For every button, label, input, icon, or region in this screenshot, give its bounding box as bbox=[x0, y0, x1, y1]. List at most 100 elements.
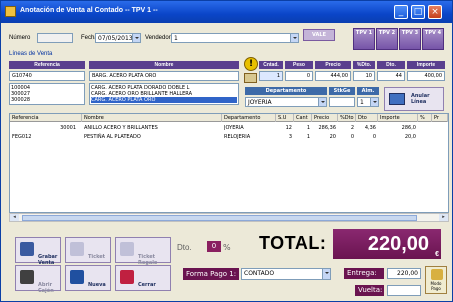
vendedor-select[interactable]: 1 bbox=[171, 33, 299, 43]
grid-cell: 2 bbox=[350, 125, 354, 131]
list-item[interactable]: 300028 bbox=[11, 97, 83, 103]
grid-cell: 286,36 bbox=[318, 125, 337, 131]
grid-col-header[interactable]: Precio bbox=[312, 114, 338, 122]
scroll-right-icon[interactable]: ▸ bbox=[439, 214, 448, 221]
grid-col-header[interactable]: Importe bbox=[378, 114, 418, 122]
ticket-regalo-button[interactable]: Ticket Regalo bbox=[115, 237, 171, 266]
grid-cell: ANILLO ACERO Y BRILLANTES bbox=[84, 125, 158, 131]
printer-icon bbox=[70, 242, 84, 256]
forma-pago-select[interactable]: CONTADO bbox=[241, 268, 331, 280]
dto-input[interactable]: 10 bbox=[353, 71, 375, 81]
abrir-cajon-button[interactable]: Abrir Cajón bbox=[15, 265, 61, 294]
grid-cell: 20 bbox=[329, 134, 336, 140]
entrega-label: Entrega: bbox=[344, 268, 384, 279]
grid-cell: 1 bbox=[306, 125, 310, 131]
sale-window: Anotación de Venta al Contado -- TPV 1 -… bbox=[0, 0, 453, 302]
anular-linea-button[interactable]: Anular Línea bbox=[384, 87, 444, 111]
forma-pago-label: Forma Pago 1: bbox=[183, 268, 239, 280]
cantidad-input[interactable]: 1 bbox=[259, 71, 283, 81]
grid-col-header[interactable]: Dto bbox=[356, 114, 378, 122]
modo-pago-button[interactable]: Modo Pago bbox=[425, 266, 447, 294]
dto2-input[interactable]: 44 bbox=[377, 71, 405, 81]
tpv2-button[interactable]: TPV 2 bbox=[376, 28, 398, 50]
title-bar: Anotación de Venta al Contado -- TPV 1 -… bbox=[1, 1, 452, 23]
vendedor-label: Vendedor bbox=[145, 35, 171, 41]
grabar-venta-button[interactable]: Grabar Venta bbox=[15, 237, 61, 266]
precio-input[interactable]: 444,00 bbox=[315, 71, 351, 81]
vale-button[interactable]: VALE bbox=[303, 29, 335, 41]
importe-input[interactable]: 400,00 bbox=[407, 71, 445, 81]
horizontal-scrollbar[interactable]: ◂ ▸ bbox=[9, 213, 449, 222]
minimize-button[interactable]: _ bbox=[394, 5, 408, 19]
chevron-down-icon bbox=[290, 34, 298, 42]
col-referencia-header: Referencia bbox=[9, 61, 85, 69]
grid-col-header[interactable]: Cant bbox=[294, 114, 312, 122]
alm-header: Alm. bbox=[357, 87, 379, 95]
list-item-selected[interactable]: CARG. ACERO PLATA ORO bbox=[91, 97, 237, 103]
calendar-dropdown-icon[interactable] bbox=[132, 34, 140, 42]
chevron-down-icon bbox=[318, 98, 326, 106]
referencia-suggestions[interactable]: 100004 300027 300028 bbox=[9, 83, 85, 105]
alm-select[interactable]: 1 bbox=[357, 97, 379, 107]
save-icon bbox=[20, 242, 34, 256]
departamento-select[interactable]: JOYERIA bbox=[245, 97, 327, 107]
grid-col-header[interactable]: Pr bbox=[432, 114, 448, 122]
table-row[interactable]: 30001 ANILLO ACERO Y BRILLANTES JOYERIA … bbox=[10, 124, 448, 132]
grid-cell: 1 bbox=[306, 134, 310, 140]
grid-cell: RELOJERIA bbox=[224, 134, 251, 140]
grid-cell: 3 bbox=[288, 134, 292, 140]
vuelta-label: Vuelta: bbox=[355, 285, 384, 296]
tpv4-button[interactable]: TPV 4 bbox=[422, 28, 444, 50]
departamento-header: Departamento bbox=[245, 87, 327, 95]
edit-icon[interactable] bbox=[244, 73, 257, 83]
grid-col-header[interactable]: Departamento bbox=[222, 114, 276, 122]
grid-cell: 0 bbox=[350, 134, 354, 140]
chevron-down-icon bbox=[322, 269, 330, 279]
maximize-button[interactable]: □ bbox=[411, 5, 425, 19]
dto-total-input[interactable]: 0 bbox=[207, 241, 221, 252]
nombre-input[interactable]: BARG. ACERO PLATA ORO bbox=[89, 71, 239, 81]
total-label: TOTAL: bbox=[259, 233, 327, 253]
lines-grid[interactable]: Referencia Nombre Departamento S.U Cant … bbox=[9, 113, 449, 213]
grid-cell: 0 bbox=[372, 134, 376, 140]
stkg-field bbox=[329, 97, 355, 107]
numero-input[interactable] bbox=[37, 33, 73, 43]
col-dto-header: %Dto. bbox=[353, 61, 375, 69]
col-importe-header: Importe bbox=[407, 61, 445, 69]
col-dto2-header: Dto. bbox=[377, 61, 405, 69]
ticket-button[interactable]: Ticket bbox=[65, 237, 111, 263]
nueva-button[interactable]: Nueva bbox=[65, 265, 111, 291]
grid-cell: PESTIÑA AL PLATEADO bbox=[84, 134, 141, 140]
grid-cell: 20,0 bbox=[404, 134, 416, 140]
lineas-section-label: Líneas de Venta bbox=[9, 51, 53, 57]
nombre-suggestions[interactable]: CARG. ACERO PLATA DORADO DOBLE L CARG. A… bbox=[89, 83, 239, 105]
tpv3-button[interactable]: TPV 3 bbox=[399, 28, 421, 50]
table-row[interactable]: FEG012 PESTIÑA AL PLATEADO RELOJERIA 3 1… bbox=[10, 133, 448, 141]
scroll-thumb[interactable] bbox=[22, 215, 417, 221]
close-button[interactable]: × bbox=[428, 5, 442, 19]
col-precio-header: Precio bbox=[315, 61, 351, 69]
grid-col-header[interactable]: Nombre bbox=[82, 114, 222, 122]
vuelta-field bbox=[387, 285, 421, 296]
tpv1-button[interactable]: TPV 1 bbox=[353, 28, 375, 50]
entrega-input[interactable]: 220,00 bbox=[387, 268, 421, 279]
dto-total-label: Dto. bbox=[177, 243, 192, 252]
stkg-header: StkGe bbox=[329, 87, 355, 95]
grid-cell: JOYERIA bbox=[224, 125, 244, 131]
total-amount: 220,00 € bbox=[333, 229, 441, 259]
cash-drawer-icon bbox=[20, 270, 34, 284]
peso-input[interactable]: 0 bbox=[285, 71, 313, 81]
referencia-input[interactable]: G10740 bbox=[9, 71, 85, 81]
scroll-left-icon[interactable]: ◂ bbox=[10, 214, 19, 221]
grid-cell: 4,36 bbox=[364, 125, 376, 131]
grid-col-header[interactable]: S.U bbox=[276, 114, 294, 122]
grid-cell: 30001 bbox=[60, 125, 76, 131]
grid-col-header[interactable]: %Dto bbox=[338, 114, 356, 122]
keyboard-icon bbox=[389, 93, 405, 105]
grid-col-header[interactable]: % bbox=[418, 114, 432, 122]
fecha-input[interactable]: 07/05/2013 bbox=[95, 33, 141, 43]
grid-col-header[interactable]: Referencia bbox=[10, 114, 82, 122]
percent-sign: % bbox=[223, 243, 231, 252]
gift-icon bbox=[120, 242, 134, 256]
cerrar-button[interactable]: Cerrar bbox=[115, 265, 171, 291]
